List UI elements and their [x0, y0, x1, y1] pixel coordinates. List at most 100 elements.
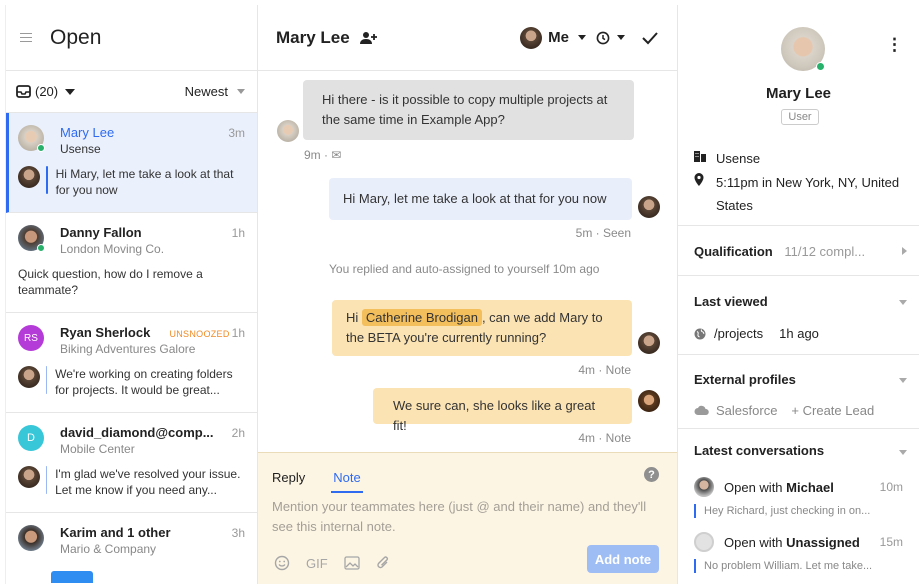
avatar: [694, 532, 714, 552]
conversation-item-karim[interactable]: Karim and 1 other 3h Mario & Company: [6, 513, 257, 583]
conversation-time: 2h: [231, 425, 245, 440]
message-bubble: Hi there - is it possible to copy multip…: [303, 80, 634, 140]
tab-reply[interactable]: Reply: [272, 470, 305, 485]
section-title: Latest conversations: [694, 443, 825, 458]
conversation-preview: Hey Richard, just checking in on...: [704, 505, 871, 517]
create-lead-link[interactable]: + Create Lead: [791, 403, 874, 418]
conversation-preview: Quick question, how do I remove a teamma…: [18, 267, 203, 297]
help-icon[interactable]: ?: [644, 467, 659, 482]
clock-icon: [596, 31, 610, 44]
conversation-header: Mary Lee Me: [258, 5, 677, 71]
chevron-down-icon: [237, 89, 245, 94]
section-title: Qualification: [694, 244, 773, 259]
more-options-icon[interactable]: ⋮: [886, 35, 903, 55]
online-indicator: [37, 244, 45, 252]
conversation-company: London Moving Co.: [60, 242, 165, 256]
avatar: [781, 27, 825, 71]
external-profiles-section[interactable]: External profiles Salesforce + Create Le…: [678, 355, 919, 429]
event-text: You replied and auto-assigned to yoursel…: [329, 262, 600, 276]
menu-icon[interactable]: [20, 32, 32, 43]
note-input[interactable]: Mention your teammates here (just @ and …: [272, 497, 662, 537]
globe-icon: [694, 328, 706, 339]
conversation-item-danny-fallon[interactable]: Danny Fallon 1h London Moving Co. Quick …: [6, 213, 257, 313]
section-title: External profiles: [694, 372, 796, 387]
add-person-icon[interactable]: [359, 31, 378, 45]
conversation-name: Ryan Sherlock: [60, 325, 151, 340]
salesforce-cloud-icon: [694, 405, 709, 415]
latest-conversations-section: Latest conversations Open with Michael 1…: [678, 429, 919, 573]
sort-dropdown[interactable]: Newest: [185, 84, 245, 99]
conversation-preview: No problem William. Let me take...: [704, 560, 873, 572]
viewed-page-link[interactable]: /projects: [714, 326, 763, 341]
avatar: [18, 525, 44, 551]
user-location: 5:11pm in New York, NY, United States: [716, 175, 900, 213]
message-text: We sure can, she looks like a great fit!: [393, 398, 596, 433]
reply-indicator: [46, 466, 48, 494]
message-text: Hi Mary, let me take a look at that for …: [343, 191, 607, 206]
message-meta: 9m · ✉: [304, 148, 342, 162]
viewed-time: 1h ago: [779, 326, 819, 341]
chevron-right-icon: [902, 247, 907, 255]
inbox-filter-dropdown[interactable]: (20): [16, 84, 76, 99]
latest-conversation-item[interactable]: Open with Unassigned 15m No problem Will…: [694, 532, 903, 573]
avatar: RS: [18, 325, 44, 351]
last-viewed-section[interactable]: Last viewed /projects 1h ago: [678, 276, 919, 355]
conversation-name: Danny Fallon: [60, 225, 142, 240]
conversation-preview: We're working on creating folders for pr…: [55, 367, 233, 397]
message-meta: 4m · Note: [578, 363, 631, 377]
user-company: Usense: [716, 151, 761, 166]
conversation-time: 10m: [879, 480, 903, 494]
chevron-down-icon: [899, 378, 907, 383]
composer: Reply Note ? Mention your teammates here…: [258, 452, 677, 584]
mention-tag[interactable]: Catherine Brodigan: [361, 309, 482, 326]
image-icon[interactable]: [344, 556, 360, 570]
unsnoozed-badge: UNSNOOZED: [169, 329, 230, 339]
salesforce-label: Salesforce: [716, 403, 778, 418]
conversation-time: 3h: [231, 525, 245, 540]
conversation-list-panel: Open (20) Newest Mary Lee 3m Usense Hi M…: [5, 5, 258, 584]
assignee-label: Me: [548, 29, 569, 46]
message-meta: 4m · Note: [578, 431, 631, 445]
conversation-assignee: Michael: [786, 479, 834, 495]
new-message-chip[interactable]: [51, 571, 93, 583]
emoji-icon[interactable]: [274, 555, 290, 571]
user-details-panel: ⋮ Mary Lee User Usense 5:11pm in New Yor…: [678, 5, 919, 584]
tab-note[interactable]: Note: [331, 470, 364, 493]
gif-button[interactable]: GIF: [306, 556, 328, 571]
chevron-down-icon: [578, 35, 586, 40]
message-meta: 5m · Seen: [575, 226, 631, 240]
section-title: Last viewed: [694, 294, 768, 309]
conversation-preview: I'm glad we've resolved your issue. Let …: [55, 467, 241, 497]
conversation-company: Biking Adventures Galore: [60, 342, 196, 356]
qualification-section[interactable]: Qualification 11/12 compl...: [678, 226, 919, 276]
chevron-down-icon[interactable]: [899, 450, 907, 455]
close-conversation-check-icon[interactable]: [641, 31, 659, 45]
conversation-name: Karim and 1 other: [60, 525, 171, 540]
note-bubble: Hi Catherine Brodigan, can we add Mary t…: [332, 300, 632, 356]
attachment-icon[interactable]: [376, 555, 390, 571]
avatar: [694, 477, 714, 497]
conversation-item-mary-lee[interactable]: Mary Lee 3m Usense Hi Mary, let me take …: [6, 113, 257, 213]
conversation-status: Open with: [724, 479, 787, 495]
conversation-name: Mary Lee: [60, 125, 115, 140]
conversation-item-ryan-sherlock[interactable]: RS Ryan Sherlock UNSNOOZED 1h Biking Adve…: [6, 313, 257, 413]
message-text: Hi there - is it possible to copy multip…: [322, 92, 608, 127]
conversation-company: Mobile Center: [60, 442, 135, 456]
snooze-dropdown[interactable]: [596, 31, 625, 45]
chevron-down-icon: [899, 300, 907, 305]
conversation-time: 15m: [879, 535, 903, 549]
reply-indicator: [694, 559, 696, 573]
conversation-time: 1h: [231, 326, 245, 340]
composer-toolbar: GIF: [274, 555, 390, 571]
add-note-button[interactable]: Add note: [587, 545, 659, 573]
location-pin-icon: [694, 171, 716, 217]
conversation-item-david-diamond[interactable]: D david_diamond@comp... 2h Mobile Center…: [6, 413, 257, 513]
conversation-name: david_diamond@comp...: [60, 425, 214, 440]
assignee-dropdown[interactable]: Me: [520, 26, 586, 49]
qualification-value: 11/12 compl...: [784, 244, 866, 259]
building-icon: [694, 147, 716, 170]
inbox-icon: [16, 85, 31, 98]
online-indicator: [37, 144, 45, 152]
avatar: [18, 225, 45, 252]
latest-conversation-item[interactable]: Open with Michael 10m Hey Richard, just …: [694, 477, 903, 518]
